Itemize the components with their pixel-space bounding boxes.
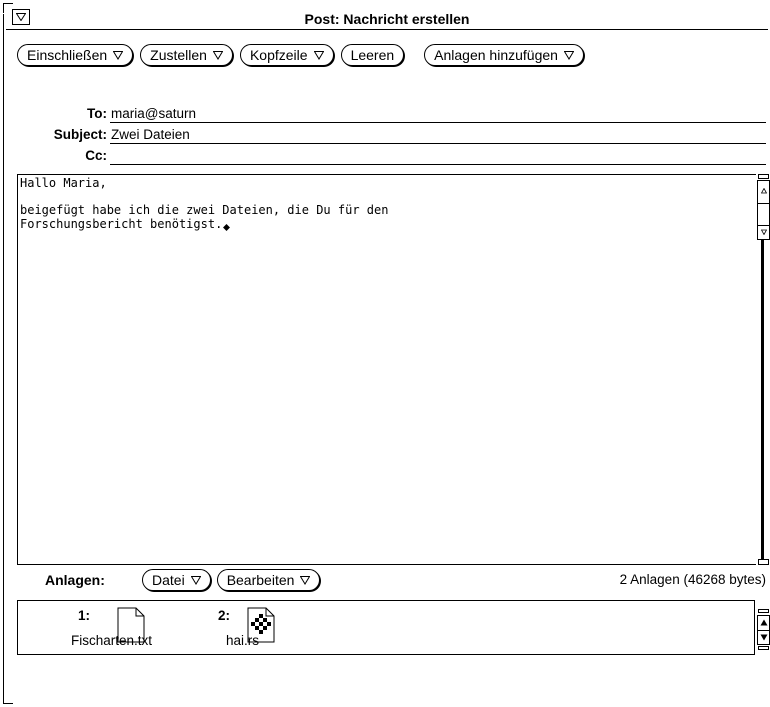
to-field[interactable]: maria@saturn (111, 106, 196, 121)
toolbar: Einschließen Zustellen Kopfzeile Leeren … (17, 44, 584, 66)
attachment-name: Fischarten.txt (71, 633, 153, 648)
message-scrollbar[interactable] (757, 174, 770, 566)
message-body-text: Hallo Maria, beigefügt habe ich die zwei … (20, 176, 389, 232)
text-caret-icon (223, 223, 231, 231)
message-body-editor[interactable]: Hallo Maria, beigefügt habe ich die zwei … (17, 174, 756, 565)
scrollbar-elevator[interactable] (757, 180, 770, 240)
attachment-item[interactable]: 2: hai.rs (218, 606, 308, 654)
attachments-menus: Datei Bearbeiten (142, 569, 321, 591)
file-menu-button[interactable]: Datei (142, 569, 211, 591)
attachment-index: 2: (218, 608, 231, 623)
scrollbar-elevator[interactable] (757, 615, 770, 645)
scroll-down-arrow-icon[interactable] (761, 229, 767, 235)
triangle-down-icon (563, 50, 574, 60)
file-menu-label: Datei (152, 572, 185, 588)
message-line-last: Forschungsbericht benötigst. (20, 216, 388, 232)
message-line (20, 191, 388, 205)
title-bar: Post: Nachricht erstellen (6, 6, 768, 30)
to-label: To: (87, 106, 107, 121)
scrollbar-top-cap[interactable] (758, 609, 769, 613)
triangle-down-icon (313, 50, 324, 60)
add-attachments-menu-button[interactable]: Anlagen hinzufügen (424, 44, 584, 66)
triangle-down-icon (300, 575, 311, 585)
deliver-label: Zustellen (150, 47, 207, 63)
message-line: Forschungsbericht benötigst. (20, 216, 223, 231)
header-menu-button[interactable]: Kopfzeile (239, 44, 334, 66)
cc-field-underline (110, 164, 766, 165)
triangle-down-icon (212, 50, 223, 60)
elevator-divider (758, 225, 769, 226)
scroll-up-arrow-icon[interactable] (761, 188, 767, 194)
window-title: Post: Nachricht erstellen (304, 11, 470, 27)
clear-label: Leeren (350, 47, 395, 63)
scroll-up-arrow-icon[interactable] (760, 619, 768, 626)
subject-row: Subject: Zwei Dateien (0, 126, 770, 144)
to-field-underline (110, 122, 766, 123)
scroll-down-arrow-icon[interactable] (760, 634, 768, 641)
header-label: Kopfzeile (249, 47, 308, 63)
message-line: Hallo Maria, (20, 176, 107, 190)
add-attachments-label: Anlagen hinzufügen (434, 47, 558, 63)
cc-label: Cc: (85, 148, 107, 163)
attachments-bar: Anlagen: Datei Bearbeiten 2 Anlagen (462… (0, 568, 770, 592)
scrollbar-track[interactable] (761, 240, 764, 560)
scrollbar-bottom-cap[interactable] (758, 559, 769, 565)
attachments-label: Anlagen: (45, 572, 105, 588)
elevator-divider (758, 203, 769, 204)
message-line: beigefügt habe ich die zwei Dateien, die… (20, 203, 389, 217)
edit-menu-label: Bearbeiten (226, 572, 295, 588)
window-frame-corner-bottom (3, 694, 13, 704)
subject-label: Subject: (53, 127, 107, 142)
triangle-down-icon (190, 575, 201, 585)
attachments-pane[interactable]: 1: Fischarten.txt 2: hai.rs (17, 600, 755, 655)
attachment-name: hai.rs (226, 633, 260, 648)
scrollbar-top-cap[interactable] (758, 174, 769, 179)
include-label: Einschließen (27, 47, 108, 63)
attachment-item[interactable]: 1: Fischarten.txt (71, 606, 188, 654)
subject-field-underline (110, 143, 766, 144)
attachments-scrollbar[interactable] (757, 609, 770, 651)
to-row: To: maria@saturn (0, 105, 770, 123)
elevator-divider (758, 630, 769, 631)
deliver-menu-button[interactable]: Zustellen (140, 44, 233, 66)
attachment-index: 1: (78, 608, 91, 623)
edit-menu-button[interactable]: Bearbeiten (216, 569, 321, 591)
triangle-down-icon (113, 50, 124, 60)
cc-row: Cc: (0, 147, 770, 165)
scrollbar-bottom-cap[interactable] (758, 646, 769, 650)
attachments-summary: 2 Anlagen (46268 bytes) (619, 572, 766, 587)
clear-button[interactable]: Leeren (340, 44, 405, 66)
include-menu-button[interactable]: Einschließen (17, 44, 134, 66)
subject-field[interactable]: Zwei Dateien (111, 127, 190, 142)
